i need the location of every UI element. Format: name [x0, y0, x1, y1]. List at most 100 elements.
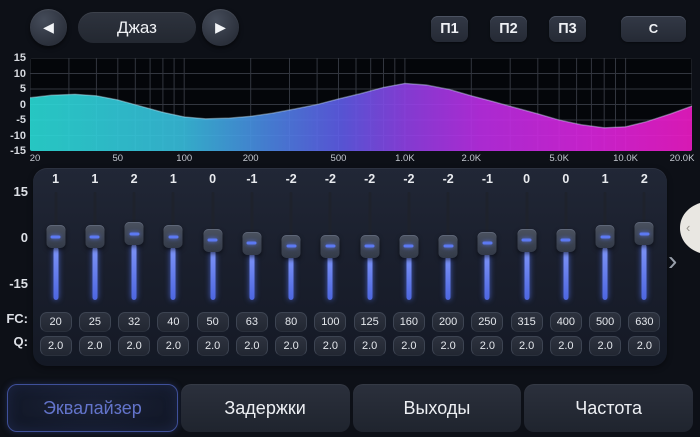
band-fc-button[interactable]: 25 — [79, 312, 111, 332]
band-q-button[interactable]: 2.0 — [432, 336, 464, 356]
slider-handle-marker — [286, 245, 296, 248]
band-q-button[interactable]: 2.0 — [393, 336, 425, 356]
band-slider-track[interactable] — [75, 190, 114, 302]
band-fc-button[interactable]: 63 — [236, 312, 268, 332]
slider-track-fill — [249, 253, 254, 300]
band-fc-button[interactable]: 80 — [275, 312, 307, 332]
slider-track-fill — [603, 247, 608, 300]
band-slider-track[interactable] — [311, 190, 350, 302]
slider-handle[interactable] — [478, 232, 497, 255]
band-fc-button[interactable]: 160 — [393, 312, 425, 332]
band-slider-track[interactable] — [115, 190, 154, 302]
slider-track-upper — [564, 192, 567, 229]
tab-equalizer[interactable]: Эквалайзер — [7, 384, 178, 432]
band-q-button[interactable]: 2.0 — [275, 336, 307, 356]
band-q-button[interactable]: 2.0 — [40, 336, 72, 356]
band-slider-track[interactable] — [232, 190, 271, 302]
band-fc-button[interactable]: 630 — [628, 312, 660, 332]
eq-band: -1632.0 — [232, 170, 271, 356]
slider-handle[interactable] — [360, 235, 379, 258]
slider-handle[interactable] — [635, 222, 654, 245]
slider-handle-marker — [168, 235, 178, 238]
band-slider-track[interactable] — [389, 190, 428, 302]
band-q-button[interactable]: 2.0 — [197, 336, 229, 356]
tab-delays[interactable]: Задержки — [181, 384, 350, 432]
band-slider-track[interactable] — [507, 190, 546, 302]
band-slider-track[interactable] — [154, 190, 193, 302]
slider-handle[interactable] — [321, 235, 340, 258]
slider-handle[interactable] — [282, 235, 301, 258]
band-slider-track[interactable] — [429, 190, 468, 302]
slider-handle[interactable] — [556, 229, 575, 252]
band-q-button[interactable]: 2.0 — [354, 336, 386, 356]
slider-handle[interactable] — [164, 225, 183, 248]
y-axis-tick: -15 — [0, 144, 26, 158]
band-q-button[interactable]: 2.0 — [471, 336, 503, 356]
slider-handle[interactable] — [46, 225, 65, 248]
band-slider-track[interactable] — [36, 190, 75, 302]
slider-handle[interactable] — [596, 225, 615, 248]
band-q-button[interactable]: 2.0 — [628, 336, 660, 356]
band-gain-value: 1 — [36, 170, 75, 190]
band-fc-button[interactable]: 100 — [314, 312, 346, 332]
band-fc-button[interactable]: 50 — [197, 312, 229, 332]
y-axis-tick: 0 — [0, 98, 26, 112]
preset-name: Джаз — [117, 18, 157, 38]
band-fc-button[interactable]: 500 — [589, 312, 621, 332]
y-axis-tick: -10 — [0, 129, 26, 143]
band-gain-value: -2 — [311, 170, 350, 190]
band-q-button[interactable]: 2.0 — [157, 336, 189, 356]
reset-button[interactable]: C — [621, 16, 686, 42]
tab-outputs[interactable]: Выходы — [353, 384, 522, 432]
slider-handle[interactable] — [517, 229, 536, 252]
slider-handle[interactable] — [399, 235, 418, 258]
band-fc-button[interactable]: 250 — [471, 312, 503, 332]
tab-frequency[interactable]: Частота — [524, 384, 693, 432]
band-slider-track[interactable] — [625, 190, 664, 302]
band-q-button[interactable]: 2.0 — [314, 336, 346, 356]
slider-track-upper — [407, 192, 410, 235]
band-fc-button[interactable]: 315 — [511, 312, 543, 332]
memory-preset-2-button[interactable]: П2 — [490, 16, 527, 42]
edge-swipe-handle[interactable]: ‹ — [679, 203, 700, 253]
left-triangle-icon: ◀ — [43, 19, 54, 36]
next-bands-button[interactable]: › — [668, 247, 677, 275]
slider-track-fill — [289, 256, 294, 300]
slider-handle-marker — [90, 235, 100, 238]
preset-next-button[interactable]: ▶ — [202, 9, 239, 46]
band-fc-button[interactable]: 400 — [550, 312, 582, 332]
band-q-button[interactable]: 2.0 — [550, 336, 582, 356]
band-q-button[interactable]: 2.0 — [511, 336, 543, 356]
band-fc-button[interactable]: 20 — [40, 312, 72, 332]
slider-handle[interactable] — [203, 229, 222, 252]
slider-handle[interactable] — [242, 232, 261, 255]
slider-handle[interactable] — [439, 235, 458, 258]
band-slider-track[interactable] — [193, 190, 232, 302]
band-fc-button[interactable]: 125 — [354, 312, 386, 332]
band-slider-track[interactable] — [468, 190, 507, 302]
memory-preset-1-button[interactable]: П1 — [431, 16, 468, 42]
slider-handle-marker — [208, 239, 218, 242]
band-q-button[interactable]: 2.0 — [79, 336, 111, 356]
band-q-button[interactable]: 2.0 — [236, 336, 268, 356]
band-slider-track[interactable] — [546, 190, 585, 302]
band-slider-track[interactable] — [272, 190, 311, 302]
memory-preset-3-button[interactable]: П3 — [549, 16, 586, 42]
preset-prev-button[interactable]: ◀ — [30, 9, 67, 46]
x-axis-tick: 10.0K — [613, 153, 638, 164]
slider-handle[interactable] — [85, 225, 104, 248]
band-fc-button[interactable]: 200 — [432, 312, 464, 332]
preset-selector[interactable]: Джаз — [78, 12, 196, 43]
band-fc-button[interactable]: 40 — [157, 312, 189, 332]
slider-handle[interactable] — [125, 222, 144, 245]
band-fc-button[interactable]: 32 — [118, 312, 150, 332]
eq-band: 15002.0 — [586, 170, 625, 356]
band-slider-track[interactable] — [350, 190, 389, 302]
slider-track-upper — [486, 192, 489, 232]
band-q-button[interactable]: 2.0 — [589, 336, 621, 356]
band-slider-track[interactable] — [586, 190, 625, 302]
slider-track-fill — [446, 256, 451, 300]
right-triangle-icon: ▶ — [215, 19, 226, 36]
band-gain-value: -2 — [389, 170, 428, 190]
band-q-button[interactable]: 2.0 — [118, 336, 150, 356]
